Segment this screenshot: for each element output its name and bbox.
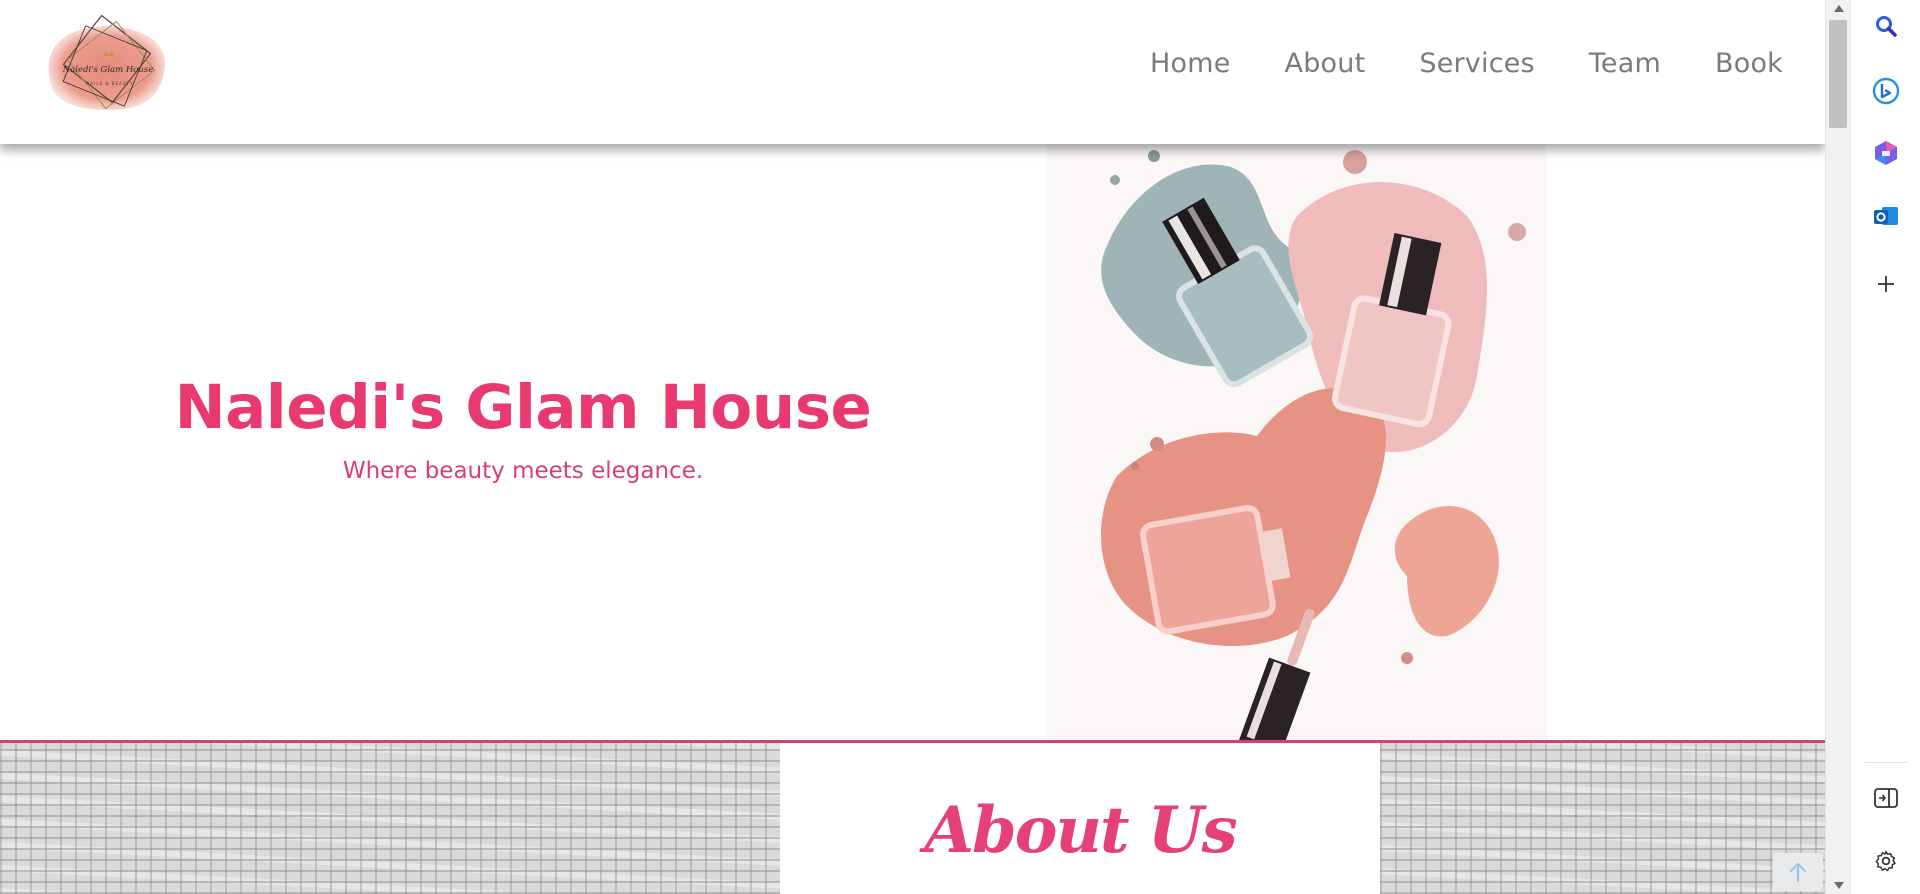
scroll-to-top-button[interactable] [1773, 853, 1823, 891]
logo-tagline: NAILS & BEAUTY [86, 81, 133, 86]
microsoft-365-icon[interactable] [1867, 134, 1905, 172]
about-card: About Us [780, 743, 1380, 894]
sidebar-separator [1865, 762, 1907, 763]
add-icon[interactable] [1867, 265, 1905, 303]
settings-icon[interactable] [1867, 842, 1905, 880]
main-nav: Home About Services Team Book [1096, 48, 1783, 79]
nav-link-services[interactable]: Services [1419, 48, 1534, 79]
scroll-up-arrow-icon[interactable] [1826, 0, 1851, 17]
logo-script-text: Naledi's Glam House [62, 65, 154, 75]
search-icon[interactable] [1867, 8, 1905, 46]
scrollbar-thumb[interactable] [1829, 20, 1847, 128]
outlook-icon[interactable] [1867, 197, 1905, 235]
browser-sidebar [1850, 0, 1920, 894]
arrow-up-icon [1789, 862, 1807, 883]
bing-copilot-icon[interactable] [1867, 72, 1905, 110]
hero-title: Naledi's Glam House [174, 372, 872, 443]
nav-link-home[interactable]: Home [1150, 48, 1231, 79]
nav-link-about[interactable]: About [1285, 48, 1366, 79]
site-logo[interactable]: Naledi's Glam House NAILS & BEAUTY [46, 14, 172, 126]
web-page: Naledi's Glam House NAILS & BEAUTY Home … [0, 0, 1825, 894]
nav-link-book[interactable]: Book [1715, 48, 1783, 79]
hero-nail-polish-image [1047, 136, 1547, 741]
site-header: Naledi's Glam House NAILS & BEAUTY Home … [0, 0, 1825, 144]
nav-link-team[interactable]: Team [1589, 48, 1661, 79]
about-title: About Us [924, 793, 1237, 868]
vertical-scrollbar[interactable] [1825, 0, 1850, 894]
split-screen-icon[interactable] [1867, 779, 1905, 817]
scroll-down-arrow-icon[interactable] [1826, 877, 1851, 894]
hero-subtitle: Where beauty meets elegance. [342, 458, 704, 484]
hero-section: Naledi's Glam House Where beauty meets e… [0, 144, 1825, 740]
